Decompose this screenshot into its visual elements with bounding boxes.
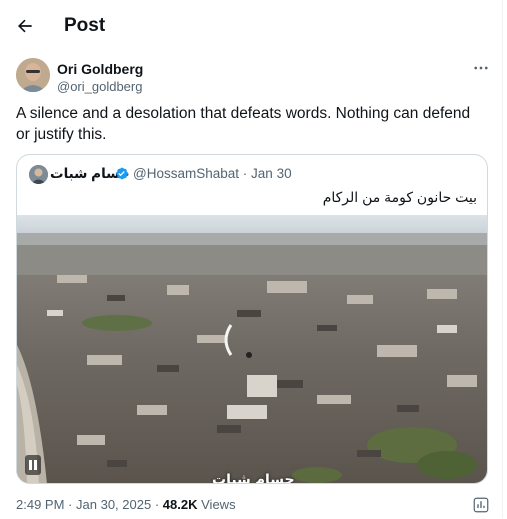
views-count: 48.2K <box>162 497 198 512</box>
quoted-header: حسام شبات @HossamShabat · Jan 30 <box>17 155 487 189</box>
author-avatar[interactable] <box>16 58 50 92</box>
quoted-handle: @HossamShabat <box>133 166 240 181</box>
pause-icon[interactable] <box>25 455 41 475</box>
quoted-handle-line: @HossamShabat · Jan 30 <box>133 166 292 181</box>
post-date[interactable]: Jan 30, 2025 <box>76 497 151 512</box>
tweet-text: A silence and a desolation that defeats … <box>16 105 471 143</box>
quoted-video[interactable]: حسام شبات <box>17 215 487 484</box>
media-watermark: حسام شبات <box>212 471 295 484</box>
post-meta: 2:49 PM · Jan 30, 2025 · 48.2K Views <box>16 497 236 512</box>
author-name[interactable]: Ori Goldberg <box>57 61 143 77</box>
post-header: Post <box>0 0 503 53</box>
quoted-avatar <box>29 165 48 184</box>
more-horizontal-icon <box>474 66 488 70</box>
back-button[interactable] <box>8 9 42 43</box>
arrow-left-icon <box>18 19 32 33</box>
post-time[interactable]: 2:49 PM <box>16 497 64 512</box>
author-handle[interactable]: @ori_goldberg <box>57 79 142 94</box>
quoted-text: بيت حانون كومة من الركام <box>322 189 477 205</box>
meta-separator: · <box>68 497 73 512</box>
views-label: Views <box>201 497 236 512</box>
rubble-image <box>17 215 487 483</box>
quoted-separator: · <box>242 166 248 181</box>
analytics-icon <box>473 497 489 513</box>
verified-badge-icon <box>116 167 128 180</box>
more-button[interactable] <box>470 57 492 79</box>
meta-separator-2: · <box>154 497 160 512</box>
quoted-tweet[interactable]: حسام شبات @HossamShabat · Jan 30 بيت حان… <box>16 154 488 484</box>
quoted-date: Jan 30 <box>251 166 292 181</box>
page-title: Post <box>64 15 106 36</box>
analytics-button[interactable] <box>472 496 490 514</box>
